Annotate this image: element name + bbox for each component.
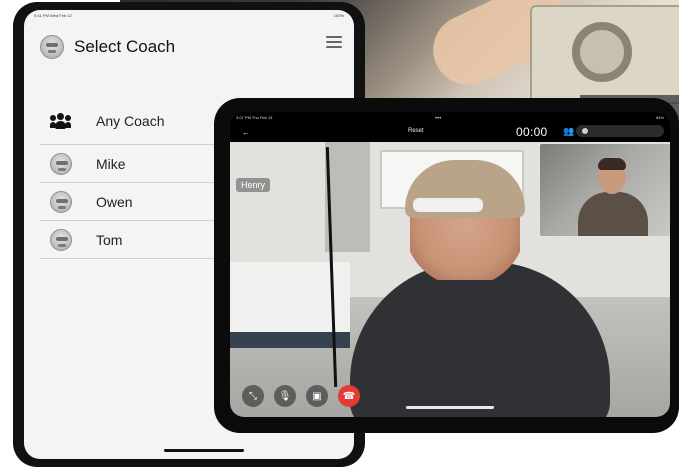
group-icon bbox=[50, 112, 72, 130]
coach-name: Tom bbox=[96, 231, 123, 248]
avatar-icon bbox=[50, 152, 72, 175]
page-title: Select Coach bbox=[74, 37, 176, 56]
session-label: Reset bbox=[408, 128, 424, 134]
menu-icon[interactable] bbox=[326, 36, 342, 48]
status-time: 9:41 PM Wed Feb 12 bbox=[34, 13, 72, 18]
status-battery: 100% bbox=[333, 13, 344, 18]
mic-icon[interactable]: 🎙 bbox=[274, 385, 296, 407]
picture-in-picture-video[interactable] bbox=[539, 143, 670, 237]
back-icon[interactable]: ← bbox=[242, 128, 250, 137]
pip-body bbox=[578, 192, 648, 236]
end-call-icon[interactable]: ☎ bbox=[338, 385, 360, 407]
profile-avatar-icon[interactable] bbox=[40, 35, 64, 59]
machine-image bbox=[530, 5, 679, 104]
status-battery: 84% bbox=[655, 115, 664, 120]
avatar-icon bbox=[50, 228, 72, 251]
ipad-right: 3:07 PM Thu Feb 13 84% ••• ← Reset 00:00… bbox=[214, 98, 679, 433]
header: Select Coach bbox=[40, 32, 175, 62]
participants-icon[interactable]: 👥 bbox=[563, 126, 574, 136]
camera-icon[interactable]: ▣ bbox=[306, 385, 328, 407]
pip-hair bbox=[598, 158, 626, 170]
participant-name-tag: Henry bbox=[236, 178, 271, 192]
coach-name: Mike bbox=[96, 155, 126, 172]
call-top-bar: 3:07 PM Thu Feb 13 84% ••• ← Reset 00:00… bbox=[230, 112, 670, 142]
status-time: 3:07 PM Thu Feb 13 bbox=[236, 115, 273, 120]
call-controls: ⤡ 🎙 ▣ ☎ bbox=[242, 385, 360, 407]
avatar-icon bbox=[50, 190, 72, 213]
home-indicator bbox=[406, 406, 494, 409]
record-icon bbox=[582, 128, 588, 134]
call-timer: 00:00 bbox=[516, 125, 548, 139]
video-call-screen: 3:07 PM Thu Feb 13 84% ••• ← Reset 00:00… bbox=[230, 112, 670, 417]
minimize-icon[interactable]: ⤡ bbox=[242, 385, 264, 407]
more-dots-icon[interactable]: ••• bbox=[435, 116, 441, 122]
call-options-pill[interactable] bbox=[576, 125, 664, 137]
main-video[interactable]: Henry ⤡ 🎙 ▣ ☎ bbox=[230, 142, 670, 417]
coach-name: Owen bbox=[96, 193, 133, 210]
home-indicator bbox=[164, 449, 244, 452]
coach-name: Any Coach bbox=[96, 113, 165, 129]
